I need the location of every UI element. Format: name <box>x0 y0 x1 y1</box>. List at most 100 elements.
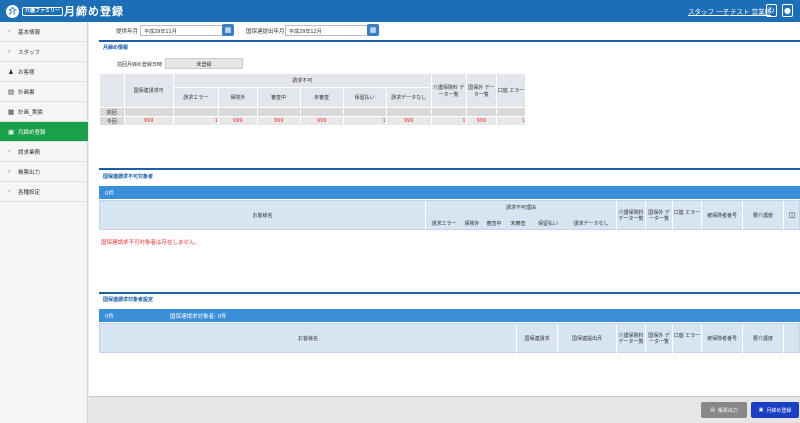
cell <box>430 107 467 117</box>
submit-month-label: 国保連提出年月 <box>246 29 285 35</box>
col-group: 請求不可 <box>172 73 432 88</box>
sidebar-item-plan[interactable]: ▤ 計画書 <box>0 82 88 102</box>
sidebar-item-label: 請求業務 <box>18 149 41 156</box>
print-icon: ▤ <box>710 407 715 413</box>
sidebar-item-settings[interactable]: › 各種設定 <box>0 182 88 202</box>
col-sub: 審査中 <box>486 221 502 227</box>
last-close-value: 未登録 <box>165 58 243 69</box>
col-sub: 審査中 <box>256 87 301 108</box>
last-close-label: 前回月締め登録日時 <box>117 62 163 68</box>
divider <box>672 324 673 354</box>
app-header: 介 介護ファミリー 月締め登録 スタッフ 一子 テスト 営業所 ↻ ● <box>0 0 800 22</box>
refresh-icon[interactable]: ↻ <box>766 4 777 17</box>
logo-icon: 介 <box>6 4 19 18</box>
col-kokuho: 国保連請求 <box>524 336 550 342</box>
col-sub: 保留払い <box>342 87 387 108</box>
col-sub: 請求エラー <box>431 221 457 227</box>
cell <box>385 107 432 117</box>
sidebar-item-label: 月締め登録 <box>18 129 46 136</box>
col-sub: 保留払い <box>537 221 558 227</box>
sidebar-item-label: お客様 <box>18 69 35 76</box>
sidebar-item-reports[interactable]: › 帳票出力 <box>0 162 88 182</box>
col-kaigo: 介護保険料 データ一覧 <box>618 333 644 345</box>
sidebar-item-customer[interactable]: ♟ お客様 <box>0 62 88 82</box>
cell: 999 <box>299 116 344 126</box>
save-icon: ▣ <box>8 127 15 136</box>
chevron-right-icon: › <box>8 168 11 175</box>
month-label: 提供年月 <box>116 29 139 35</box>
target-table-header: お客様名 国保連請求 国保連提出月 介護保険料 データ一覧 国保外 データ一覧 … <box>99 323 800 354</box>
cell <box>256 107 301 117</box>
sidebar: › 基本情報 › スタッフ ♟ お客様 ▤ 計画書 ▦ 計画_実績 ▣ 月締め登録 › 請求業… <box>0 22 88 423</box>
col-care: 要介護度 <box>752 336 773 342</box>
col-sub: 請求エラー <box>172 87 219 108</box>
cell: 999 <box>123 116 174 126</box>
user-link[interactable]: スタッフ 一子 <box>688 6 729 16</box>
col-num: 被保険者番号 <box>706 336 737 342</box>
summary-table: 国保連請求可 請求不可 介護保険料 データ一覧 国保外 データ一覧 口座 エラー… <box>99 73 526 126</box>
sidebar-item-basic[interactable]: › 基本情報 <box>0 22 88 42</box>
cell <box>217 107 258 117</box>
chevron-right-icon: › <box>8 188 11 195</box>
main-content: 提供年月 平成29年11月 ▦ 国保連提出年月 平成29年12月 ▦ 月締め情報… <box>89 22 800 396</box>
section-title: 月締め情報 <box>103 45 129 51</box>
divider <box>672 201 673 231</box>
col-kokuho-list: 国保外 データ一覧 <box>465 73 498 108</box>
section-title: 国保連請求対象者設定 <box>103 297 154 303</box>
target-count-label: 国保連請求対象者: 0件 <box>170 313 227 320</box>
cell: 999 <box>256 116 301 126</box>
calendar-icon[interactable]: ▦ <box>367 24 379 36</box>
ng-count: 0件 <box>105 190 114 197</box>
section-divider <box>99 40 800 42</box>
print-button[interactable]: ▤ 帳票出力 <box>701 402 747 418</box>
cell <box>496 107 526 117</box>
sidebar-item-plan-results[interactable]: ▦ 計画_実績 <box>0 102 88 122</box>
month-field[interactable]: 平成29年11月 <box>140 25 224 36</box>
calendar-icon[interactable]: ▦ <box>222 24 234 36</box>
register-button-label: 月締め登録 <box>766 407 792 414</box>
sidebar-item-staff[interactable]: › スタッフ <box>0 42 88 62</box>
cell <box>299 107 344 117</box>
print-button-label: 帳票出力 <box>717 407 738 414</box>
col-name: お客様名 <box>252 213 273 219</box>
footer-bar: ▤ 帳票出力 ▣ 月締め登録 <box>89 396 800 423</box>
col-group: 請求不可理由 <box>505 205 536 211</box>
help-icon[interactable]: ● <box>782 4 793 17</box>
save-icon: ▣ <box>758 407 764 413</box>
sidebar-item-billing[interactable]: › 請求業務 <box>0 142 88 162</box>
sidebar-item-label: 帳票出力 <box>18 169 41 176</box>
col-kaigo: 介護保険料 データ一覧 <box>430 73 467 108</box>
row-label: 前回 <box>99 107 125 117</box>
table-row: 今回 999 1 999 999 999 1 999 1 999 1 <box>99 116 526 126</box>
columns-icon[interactable]: ◫ <box>784 212 800 219</box>
section-title: 国保連請求不可対象者 <box>103 174 154 180</box>
chevron-right-icon: › <box>8 28 11 35</box>
logo-text: 介護ファミリー <box>22 6 64 16</box>
section-divider <box>99 292 800 294</box>
cell: 999 <box>465 116 498 126</box>
submit-month-field[interactable]: 平成29年12月 <box>285 25 369 36</box>
col-sub: 請求データなし <box>573 221 609 227</box>
cell: 999 <box>217 116 258 126</box>
ng-table-header: お客様名 請求不可理由 請求エラー 保険外 審査中 未審査 保留払い 請求データ… <box>99 200 800 231</box>
target-count-bar: 0件 国保連請求対象者: 0件 <box>99 309 800 322</box>
empty-header <box>99 73 125 108</box>
col-err: 口座 エラー <box>496 73 526 108</box>
target-count: 0件 <box>105 313 114 320</box>
col-kokuho-list: 国保外 データ一覧 <box>648 210 670 222</box>
cell <box>123 107 174 117</box>
sidebar-item-monthly-close[interactable]: ▣ 月締め登録 <box>0 122 88 142</box>
col-care: 要介護度 <box>752 213 773 219</box>
col-sub: 未審査 <box>510 221 526 227</box>
cell: 999 <box>385 116 432 126</box>
chevron-right-icon: › <box>8 48 11 55</box>
col-kokuho-list: 国保外 データ一覧 <box>648 333 670 345</box>
table-row: 前回 <box>99 107 526 117</box>
cell: 1 <box>496 116 526 126</box>
col-sub: 保険外 <box>464 221 480 227</box>
chevron-right-icon: › <box>8 148 11 155</box>
section-divider <box>99 168 800 170</box>
office-link[interactable]: テスト 営業所 <box>730 6 771 16</box>
register-button[interactable]: ▣ 月締め登録 <box>751 402 799 418</box>
cell <box>172 107 219 117</box>
